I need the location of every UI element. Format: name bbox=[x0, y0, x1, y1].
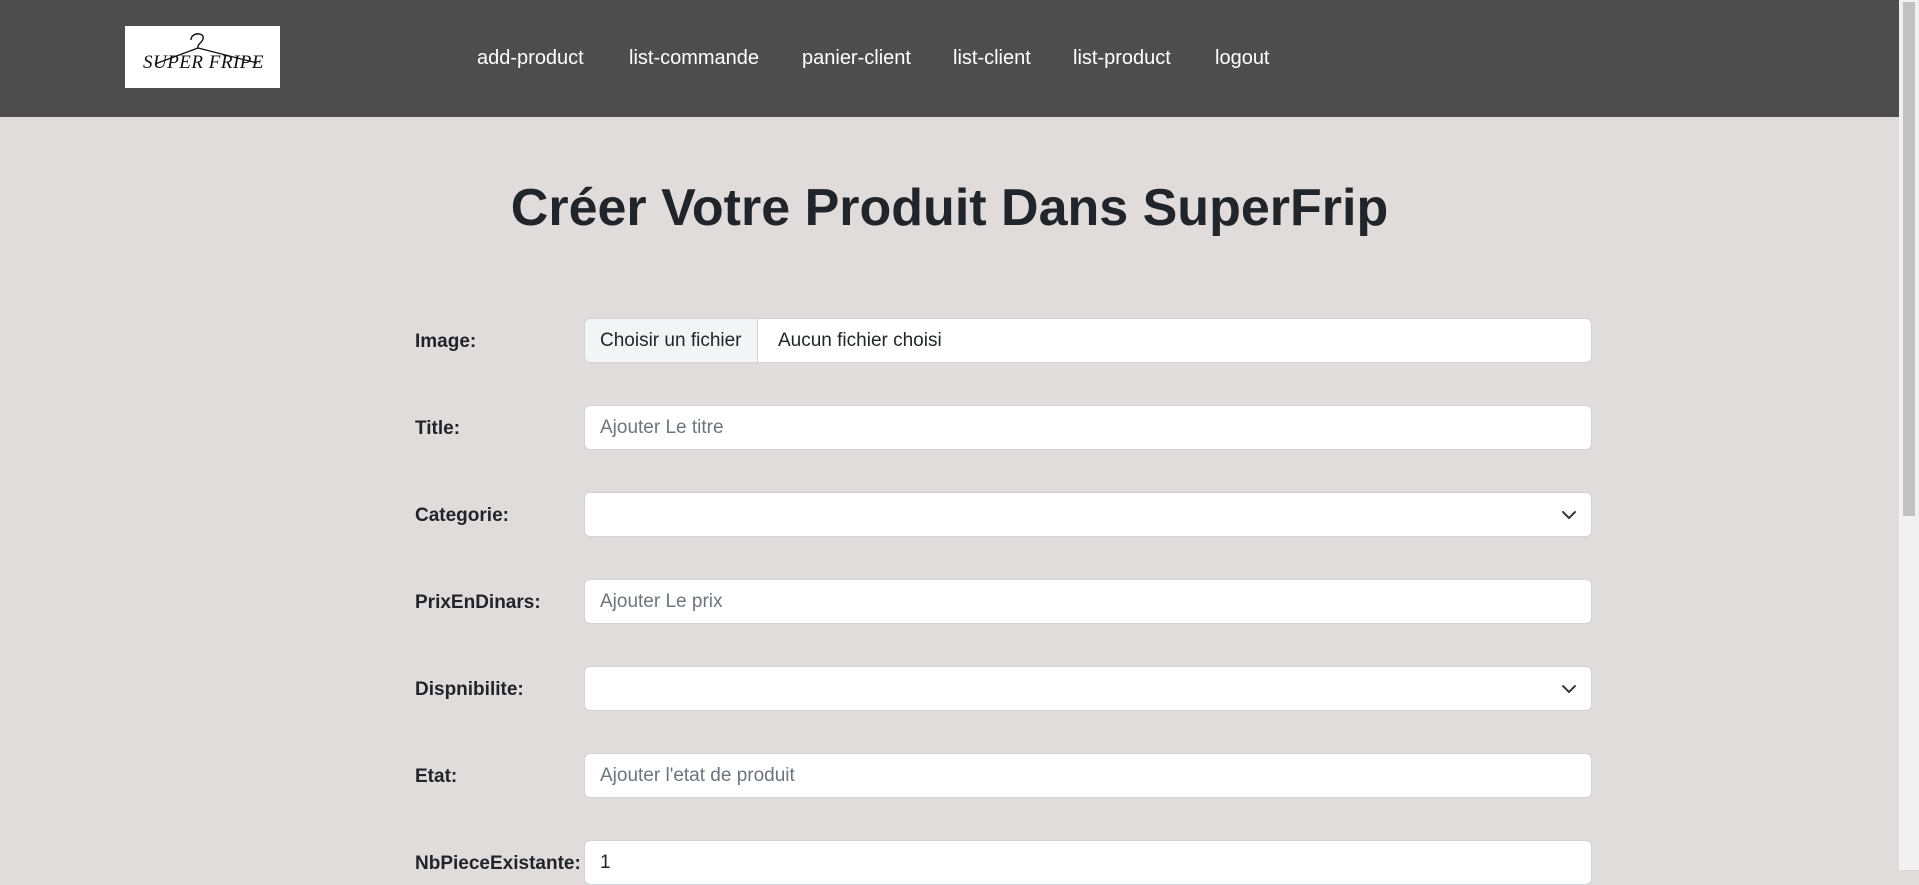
categorie-label: Categorie: bbox=[415, 505, 509, 526]
chevron-down-icon bbox=[1562, 685, 1576, 693]
title-label: Title: bbox=[415, 418, 461, 439]
prix-input[interactable]: Ajouter Le prix bbox=[584, 579, 1592, 624]
etat-input[interactable]: Ajouter l'etat de produit bbox=[584, 753, 1592, 798]
nav-panier-client[interactable]: panier-client bbox=[802, 46, 911, 70]
prix-label: PrixEnDinars: bbox=[415, 592, 541, 613]
scrollbar-thumb[interactable] bbox=[1903, 2, 1915, 516]
nbpiece-input[interactable]: 1 bbox=[584, 840, 1592, 885]
nav-logout[interactable]: logout bbox=[1215, 46, 1270, 70]
etat-label: Etat: bbox=[415, 766, 458, 787]
super-fripe-logo[interactable]: SUPER FRIPE bbox=[125, 26, 280, 88]
nav-list-client[interactable]: list-client bbox=[953, 46, 1031, 70]
chevron-down-icon bbox=[1562, 511, 1576, 519]
page-title: Créer Votre Produit Dans SuperFrip bbox=[510, 179, 1389, 237]
title-input[interactable]: Ajouter Le titre bbox=[584, 405, 1592, 450]
choose-file-button[interactable]: Choisir un fichier bbox=[585, 319, 758, 362]
disponibilite-label: Dispnibilite: bbox=[415, 679, 524, 700]
logo-text: SUPER FRIPE bbox=[142, 52, 265, 73]
nav-list-commande[interactable]: list-commande bbox=[629, 46, 759, 70]
disponibilite-select[interactable] bbox=[584, 666, 1592, 711]
categorie-select[interactable] bbox=[584, 492, 1592, 537]
nav-list-product[interactable]: list-product bbox=[1073, 46, 1171, 70]
file-status-text: Aucun fichier choisi bbox=[778, 330, 942, 351]
nbpiece-label: NbPieceExistante: bbox=[415, 853, 581, 874]
nav-add-product[interactable]: add-product bbox=[477, 46, 584, 70]
top-navbar: SUPER FRIPE add-product list-commande pa… bbox=[0, 0, 1899, 117]
image-file-input[interactable]: Choisir un fichier Aucun fichier choisi bbox=[584, 318, 1592, 363]
page-scrollbar[interactable] bbox=[1899, 0, 1919, 870]
image-label: Image: bbox=[415, 331, 477, 352]
